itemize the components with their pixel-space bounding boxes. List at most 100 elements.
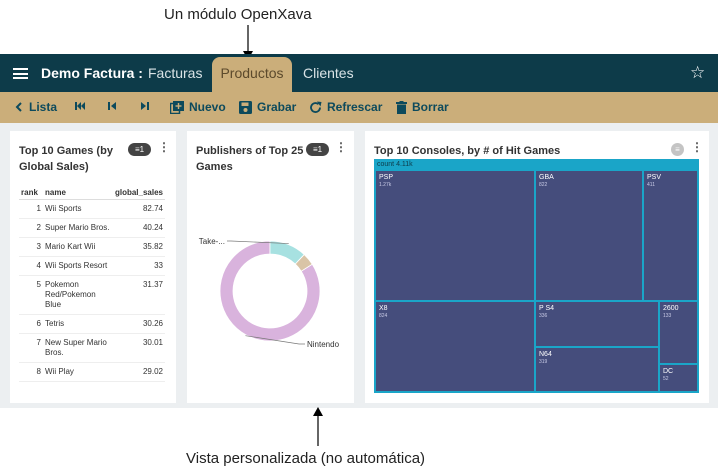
card-title: Top 10 Consoles, by # of Hit Games bbox=[374, 145, 561, 157]
cell-rank: 6 bbox=[19, 314, 43, 334]
treemap-node-value: 1.27k bbox=[379, 182, 392, 188]
cell-global-sales: 33 bbox=[112, 256, 165, 276]
more-options-icon[interactable]: ⋮ bbox=[158, 141, 170, 153]
cell-name: Super Mario Bros. bbox=[43, 218, 113, 238]
chevron-left-icon bbox=[15, 102, 22, 112]
table-row[interactable]: 2 Super Mario Bros. 40.24 bbox=[19, 218, 165, 238]
treemap-node-label: PSP bbox=[379, 174, 394, 181]
treemap-node-value: 319 bbox=[539, 359, 548, 365]
table-row[interactable]: 7 New Super Mario Bros. 30.01 bbox=[19, 333, 165, 363]
annotation-bottom: Vista personalizada (no automática) bbox=[186, 450, 426, 467]
hamburger-menu-icon[interactable] bbox=[13, 68, 28, 79]
cell-rank: 5 bbox=[19, 275, 43, 315]
cell-global-sales: 31.37 bbox=[112, 275, 165, 315]
tab-facturas[interactable]: Facturas bbox=[148, 65, 202, 81]
treemap-node-value: 133 bbox=[663, 313, 672, 319]
filter-badge[interactable]: ≡1 bbox=[306, 143, 329, 156]
treemap-node-label: X8 bbox=[379, 305, 388, 312]
treemap-node-label: PSV bbox=[647, 174, 662, 181]
cell-global-sales: 35.82 bbox=[112, 237, 165, 257]
cell-name: Wii Play bbox=[43, 362, 113, 382]
filter-icon[interactable]: ≡ bbox=[671, 143, 684, 156]
cell-rank: 3 bbox=[19, 237, 43, 257]
delete-button-label: Borrar bbox=[412, 100, 449, 114]
table-row[interactable]: 1 Wii Sports 82.74 bbox=[19, 199, 165, 219]
delete-button[interactable]: Borrar bbox=[396, 100, 449, 114]
save-button-label: Grabar bbox=[257, 100, 297, 114]
card-title-line: Publishers of Top 25 bbox=[196, 145, 304, 157]
table-row[interactable]: 4 Wii Sports Resort 33 bbox=[19, 256, 165, 276]
cell-name: Wii Sports bbox=[43, 199, 113, 219]
treemap-node-value: 411 bbox=[647, 182, 655, 188]
cell-rank: 7 bbox=[19, 333, 43, 363]
treemap-node-value: 822 bbox=[539, 182, 548, 188]
treemap-node[interactable]: PSV 411 bbox=[643, 170, 698, 301]
table-row[interactable]: 6 Tetris 30.26 bbox=[19, 314, 165, 334]
column-header-name[interactable]: name bbox=[43, 186, 113, 200]
column-header-rank[interactable]: rank bbox=[19, 186, 43, 200]
star-favorite-icon[interactable]: ☆ bbox=[690, 63, 705, 83]
refresh-icon bbox=[310, 101, 322, 113]
treemap-node-label: DC bbox=[663, 368, 674, 375]
treemap-node[interactable]: GBA 822 bbox=[535, 170, 643, 301]
consoles-card: Top 10 Consoles, by # of Hit Games ≡ ⋮ c… bbox=[365, 131, 709, 403]
first-record-button[interactable] bbox=[74, 100, 91, 112]
filter-badge[interactable]: ≡1 bbox=[128, 143, 151, 156]
cell-rank: 4 bbox=[19, 256, 43, 276]
treemap-node-value: 824 bbox=[379, 313, 388, 319]
list-button-label: Lista bbox=[29, 100, 58, 114]
treemap-node-label: P S4 bbox=[539, 305, 555, 312]
annotation-arrow-up-icon bbox=[313, 407, 323, 446]
new-button[interactable]: Nuevo bbox=[170, 100, 226, 114]
card-title-line: Games bbox=[196, 161, 233, 173]
cell-global-sales: 82.74 bbox=[112, 199, 165, 219]
new-button-label: Nuevo bbox=[189, 100, 226, 114]
tab-clientes[interactable]: Clientes bbox=[303, 65, 354, 81]
cell-name: Mario Kart Wii bbox=[43, 237, 113, 257]
cell-name: Tetris bbox=[43, 314, 113, 334]
treemap-node[interactable]: PSP 1.27k bbox=[375, 170, 535, 301]
refresh-button[interactable]: Refrescar bbox=[309, 100, 382, 114]
add-document-icon bbox=[170, 100, 184, 114]
table-header-row: rank name global_sales bbox=[19, 186, 165, 200]
cell-name: Wii Sports Resort bbox=[43, 256, 113, 276]
treemap-node[interactable]: DC 52 bbox=[659, 364, 698, 392]
save-button[interactable]: Grabar bbox=[239, 100, 296, 114]
top-games-card: Top 10 Games (by Global Sales) ≡1 ⋮ rank… bbox=[10, 131, 176, 403]
cell-name: New Super Mario Bros. bbox=[43, 333, 113, 363]
previous-record-button[interactable] bbox=[107, 100, 123, 112]
table-row[interactable]: 3 Mario Kart Wii 35.82 bbox=[19, 237, 165, 257]
treemap-node[interactable]: X8 824 bbox=[375, 301, 535, 392]
tab-productos[interactable]: Productos bbox=[212, 57, 292, 92]
treemap-node-value: 52 bbox=[663, 376, 669, 382]
next-record-button[interactable] bbox=[139, 100, 155, 112]
donut-slice-label: Nintendo bbox=[307, 340, 340, 349]
donut-slice-label: Take-... bbox=[199, 237, 225, 246]
column-header-global-sales[interactable]: global_sales bbox=[112, 186, 165, 200]
treemap-root-name: count bbox=[377, 161, 395, 168]
cell-global-sales: 29.02 bbox=[112, 362, 165, 382]
treemap-node-label: N64 bbox=[539, 351, 552, 358]
more-options-icon[interactable]: ⋮ bbox=[691, 141, 703, 153]
treemap-node[interactable]: N64 319 bbox=[535, 347, 659, 392]
card-title-line: Global Sales) bbox=[19, 161, 89, 173]
games-table-body: 1 Wii Sports 82.74 2 Super Mario Bros. 40.24 3… bbox=[19, 199, 165, 382]
dashboard-area: Top 10 Games (by Global Sales) ≡1 ⋮ rank… bbox=[0, 123, 718, 408]
consoles-treemap: count 4.11k PSP 1.27k GBA 822 PSV 411 X8 824 P S… bbox=[374, 159, 699, 393]
table-row[interactable]: 8 Wii Play 29.02 bbox=[19, 362, 165, 382]
publishers-card: Publishers of Top 25 Games ≡1 ⋮ Nintendo… bbox=[187, 131, 354, 403]
treemap-node[interactable]: 2600 133 bbox=[659, 301, 698, 364]
list-button[interactable]: Lista bbox=[14, 100, 57, 114]
filter-count: 1 bbox=[317, 145, 323, 154]
treemap-node[interactable]: P S4 336 bbox=[535, 301, 659, 347]
games-table: rank name global_sales 1 Wii Sports 82.74 2… bbox=[19, 186, 165, 382]
card-title: Publishers of Top 25 Games bbox=[196, 143, 306, 175]
cell-name: Pokemon Red/Pokemon Blue bbox=[43, 275, 113, 315]
skip-next-icon bbox=[141, 102, 149, 110]
action-toolbar: Lista Nuevo Grabar Refrescar Borrar bbox=[0, 92, 718, 123]
save-floppy-icon bbox=[239, 100, 252, 114]
table-row[interactable]: 5 Pokemon Red/Pokemon Blue 31.37 bbox=[19, 275, 165, 315]
card-title: Top 10 Games (by Global Sales) bbox=[19, 143, 113, 175]
cell-rank: 1 bbox=[19, 199, 43, 219]
more-options-icon[interactable]: ⋮ bbox=[335, 141, 347, 153]
